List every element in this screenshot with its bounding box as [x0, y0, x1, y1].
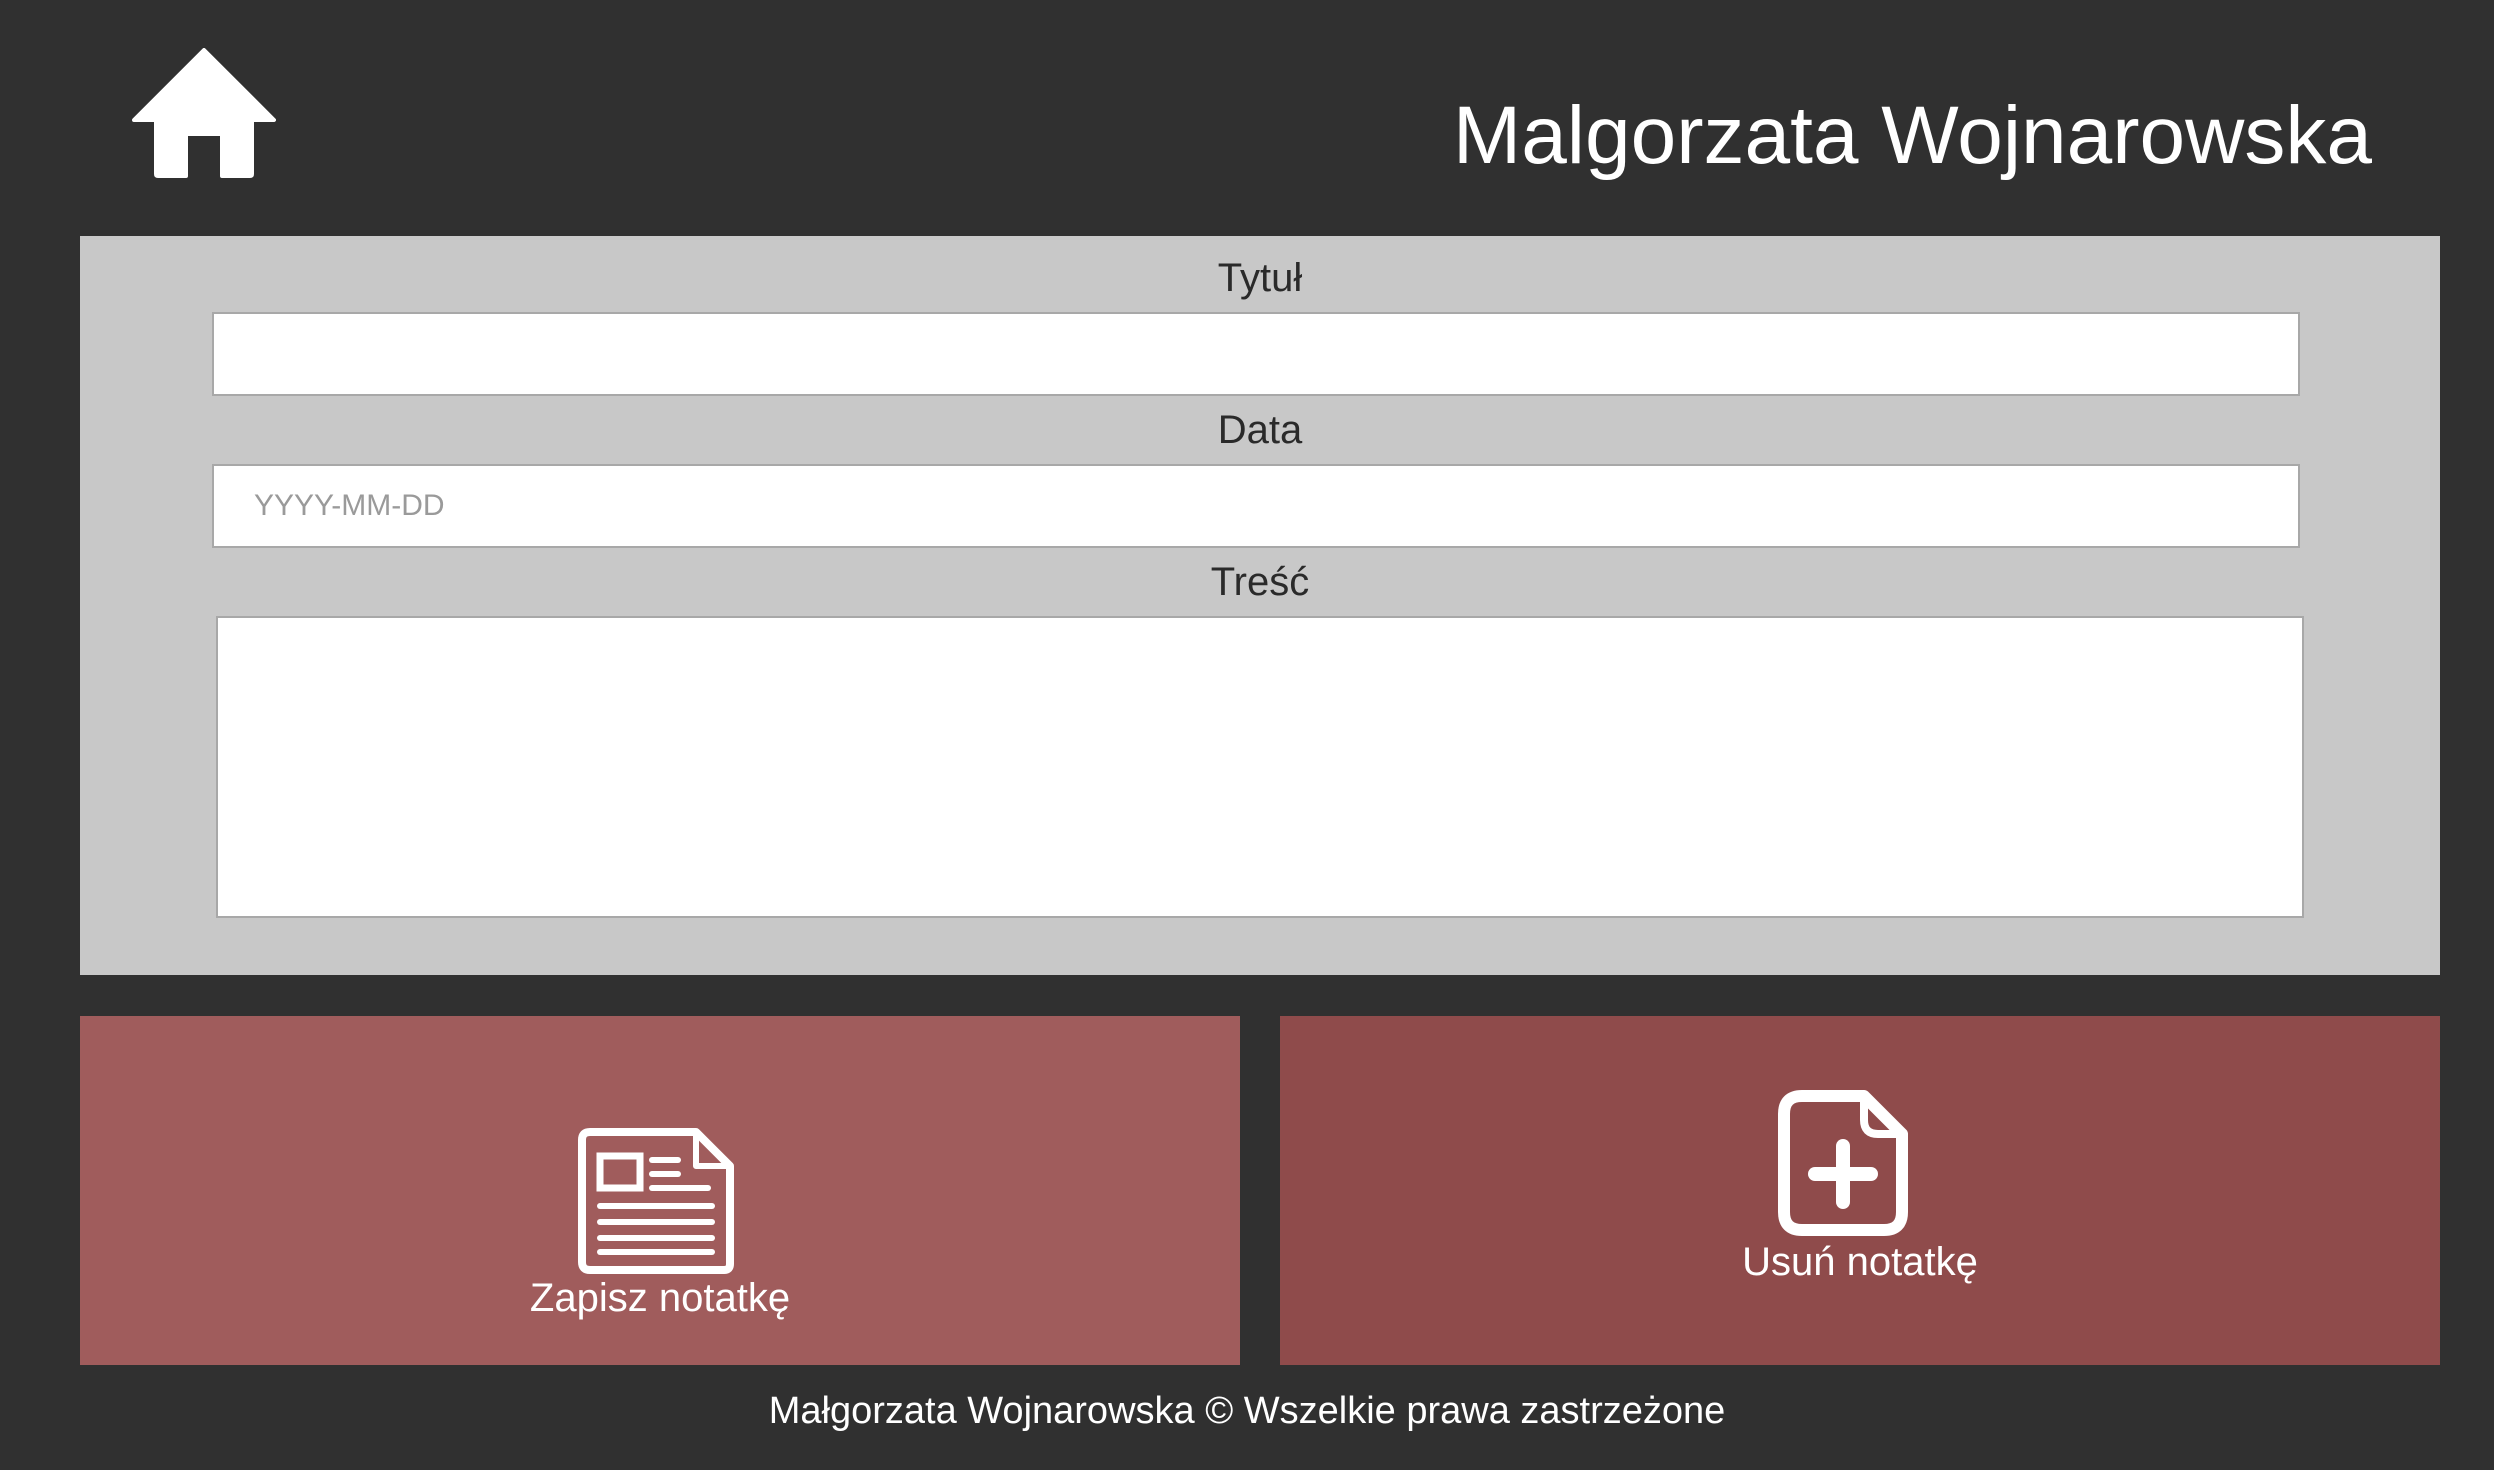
date-input[interactable]	[212, 464, 2300, 548]
user-name: Malgorzata Wojnarowska	[1452, 90, 2372, 181]
home-icon[interactable]	[132, 48, 276, 178]
delete-note-label: Usuń notatkę	[1742, 1240, 1978, 1284]
note-form: Tytuł Data Treść	[80, 236, 2440, 975]
date-label: Data	[1217, 408, 1303, 452]
file-plus-icon	[1778, 1090, 1908, 1236]
title-input[interactable]	[212, 312, 2300, 396]
newspaper-icon	[578, 1128, 734, 1274]
title-label: Tytuł	[1217, 256, 1303, 300]
footer-copyright: Małgorzata Wojnarowska © Wszelkie prawa …	[768, 1390, 1726, 1432]
header: Malgorzata Wojnarowska	[0, 0, 2494, 236]
content-textarea[interactable]	[216, 616, 2304, 918]
save-note-button[interactable]: Zapisz notatkę	[80, 1016, 1240, 1365]
delete-note-button[interactable]: Usuń notatkę	[1280, 1016, 2440, 1365]
content-label: Treść	[1210, 560, 1310, 604]
save-note-label: Zapisz notatkę	[529, 1276, 791, 1320]
